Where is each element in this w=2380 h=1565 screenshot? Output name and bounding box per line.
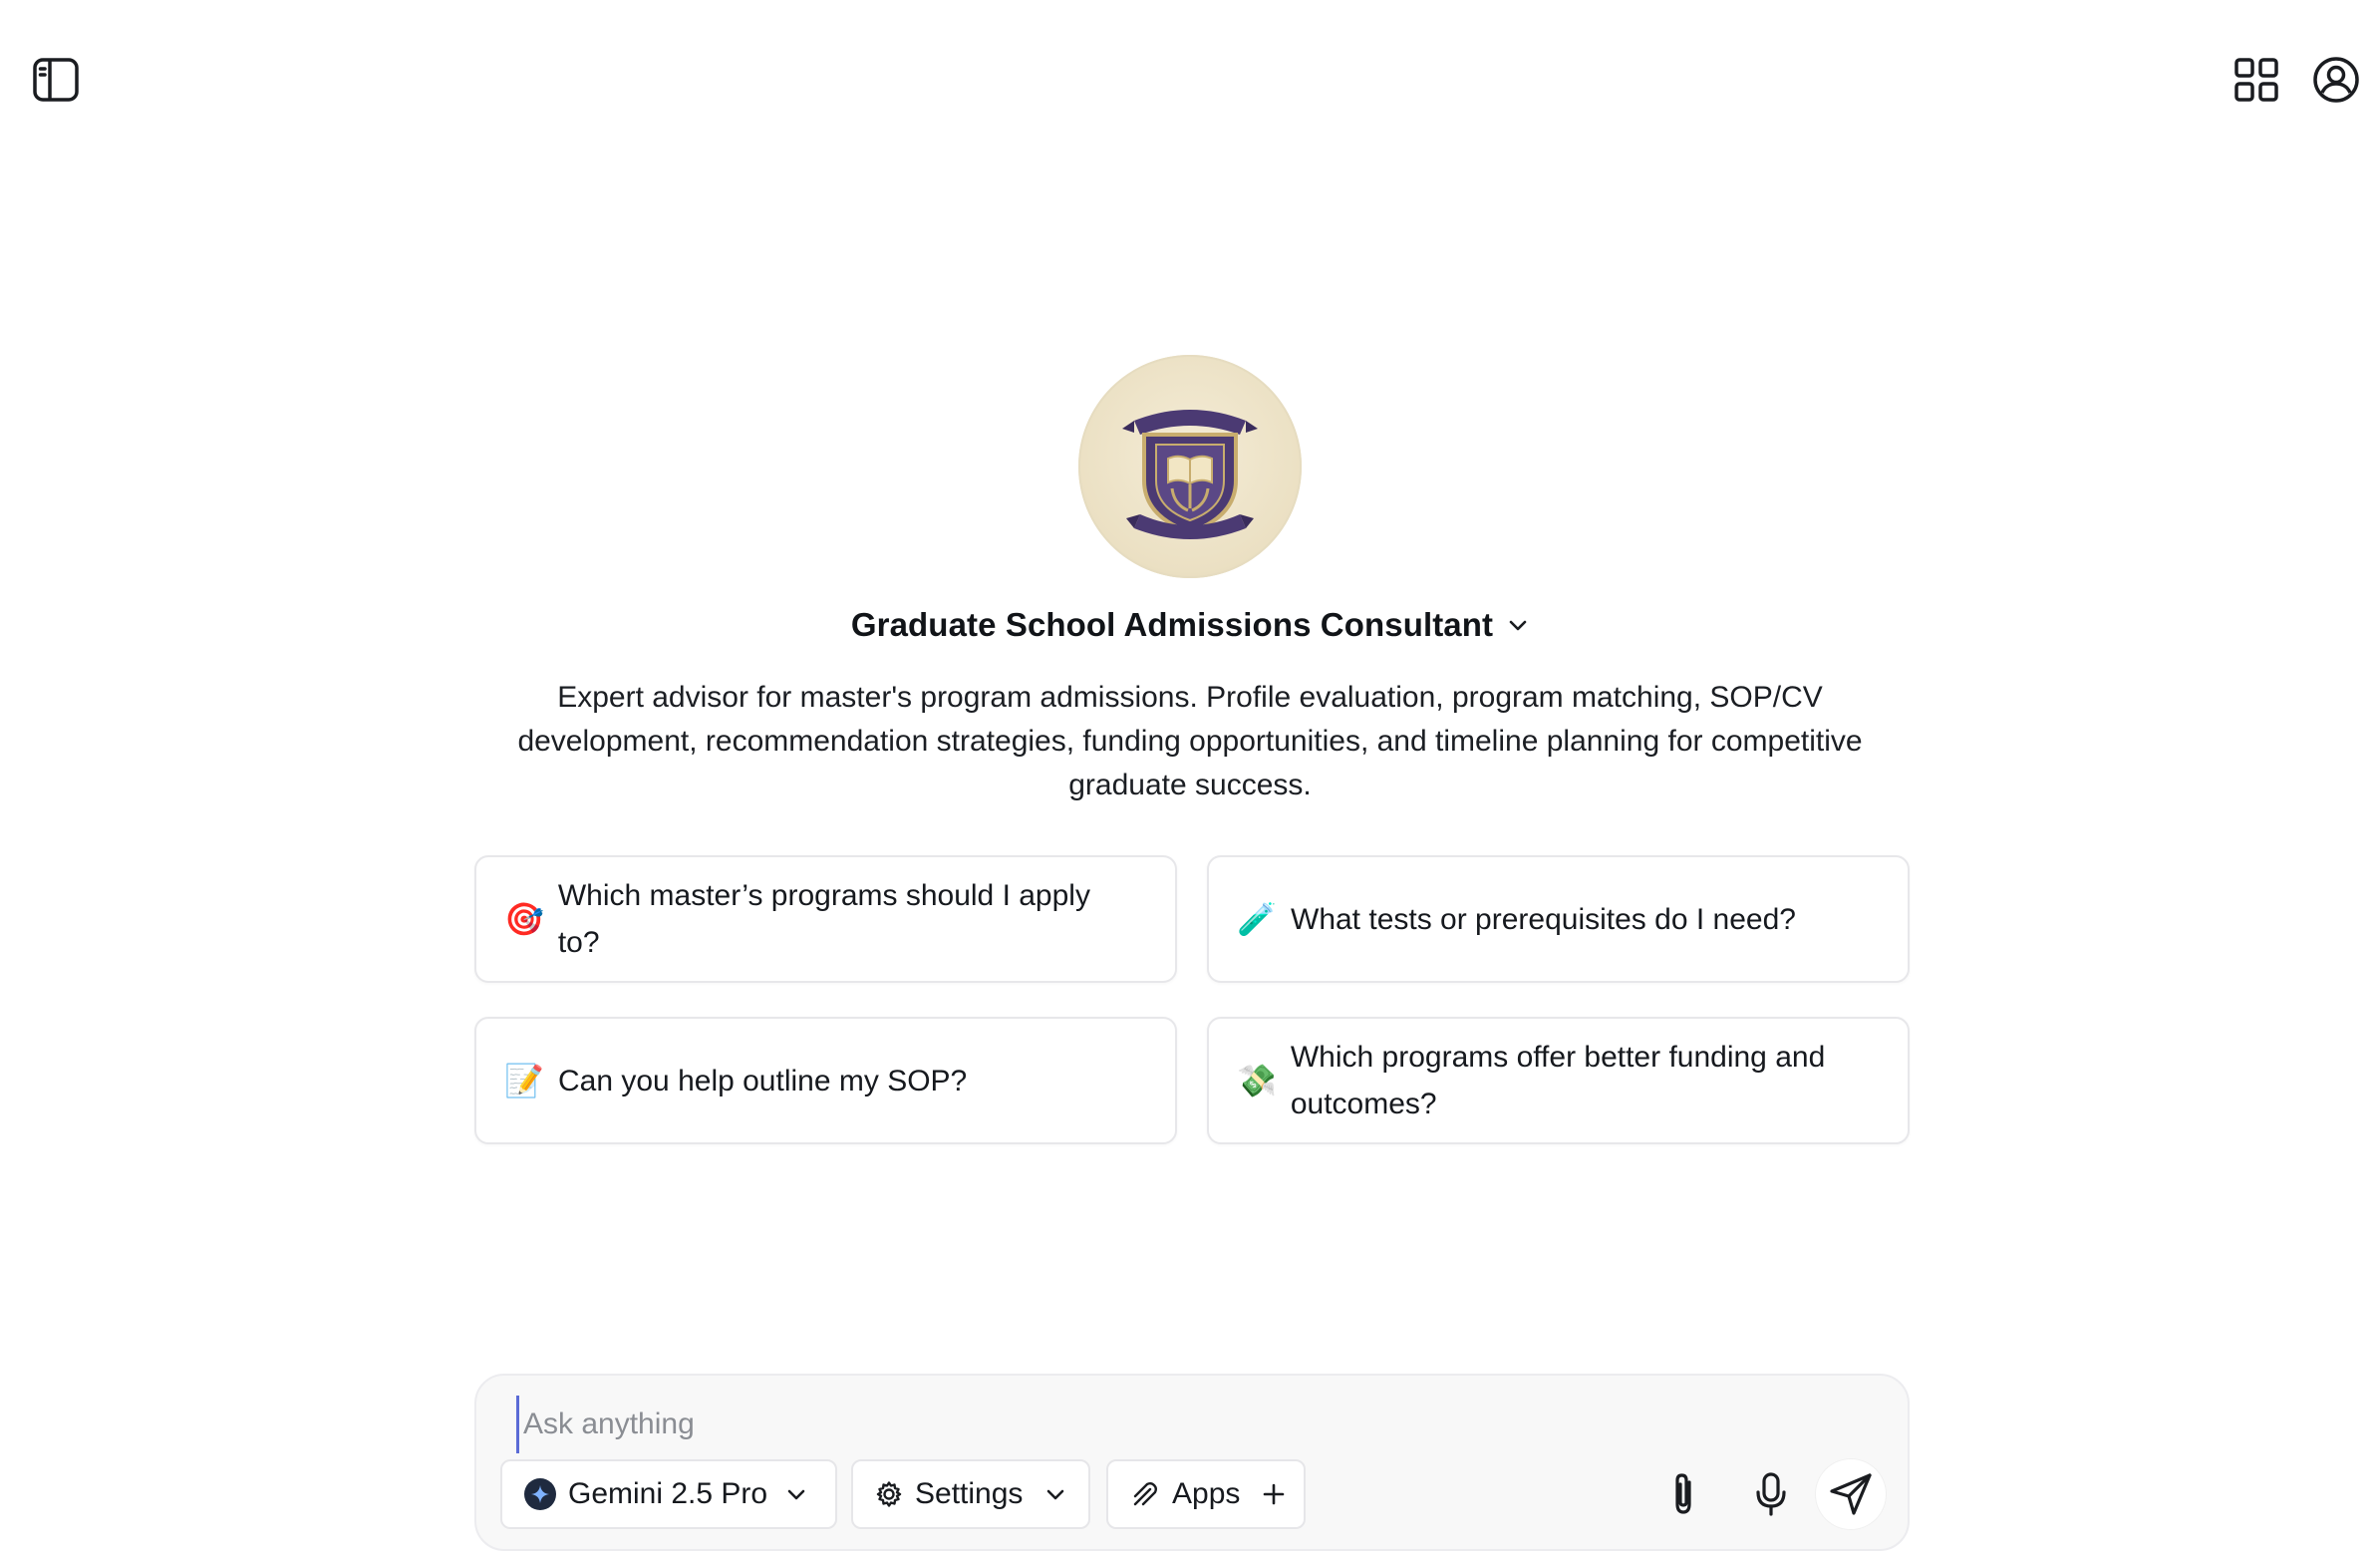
chat-composer: Gemini 2.5 Pro Settings Apps (474, 1374, 1910, 1551)
microphone-icon (1751, 1470, 1791, 1518)
suggestion-grid: 🎯 Which master’s programs should I apply… (474, 855, 1910, 1144)
suggestion-card[interactable]: 💸 Which programs offer better funding an… (1207, 1017, 1910, 1144)
suggestion-card[interactable]: 🎯 Which master’s programs should I apply… (474, 855, 1177, 983)
suggestion-label: What tests or prerequisites do I need? (1291, 902, 1796, 936)
assistant-title: Graduate School Admissions Consultant (850, 606, 1494, 643)
model-selector-button[interactable]: Gemini 2.5 Pro (500, 1459, 837, 1529)
plug-icon (1130, 1479, 1160, 1509)
target-icon: 🎯 (504, 900, 544, 938)
money-wings-icon: 💸 (1237, 1062, 1277, 1099)
attach-button[interactable] (1648, 1459, 1718, 1529)
memo-icon: 📝 (504, 1062, 544, 1099)
suggestion-label: Which master’s programs should I apply t… (557, 879, 1090, 959)
chevron-down-icon (1044, 1483, 1066, 1505)
test-tube-icon: 🧪 (1237, 900, 1277, 938)
suggestion-card[interactable]: 🧪 What tests or prerequisites do I need? (1207, 855, 1910, 983)
apps-grid-icon (2232, 56, 2280, 104)
suggestion-card[interactable]: 📝 Can you help outline my SOP? (474, 1017, 1177, 1144)
assistant-hero: Graduate School Admissions Consultant Ex… (0, 355, 2380, 807)
assistant-description: Expert advisor for master's program admi… (517, 681, 1863, 801)
sidebar-toggle-icon (31, 55, 81, 105)
sidebar-toggle-button[interactable] (24, 48, 88, 112)
suggestion-label: Can you help outline my SOP? (558, 1064, 968, 1097)
graduate-crest-logo (1122, 410, 1258, 539)
paperclip-icon (1663, 1470, 1703, 1518)
send-icon (1828, 1471, 1874, 1517)
send-button[interactable] (1816, 1459, 1886, 1529)
apps-grid-button[interactable] (2225, 48, 2288, 112)
settings-label: Settings (915, 1477, 1024, 1510)
plus-icon (1262, 1482, 1286, 1506)
chevron-down-icon (1507, 614, 1529, 636)
suggestion-label: Which programs offer better funding and … (1290, 1041, 1826, 1120)
chevron-down-icon (785, 1483, 807, 1505)
message-input[interactable] (516, 1396, 1821, 1453)
gemini-sparkle-icon (524, 1478, 556, 1510)
gear-icon (875, 1480, 903, 1508)
microphone-button[interactable] (1736, 1459, 1806, 1529)
assistant-title-dropdown[interactable]: Graduate School Admissions Consultant (851, 606, 1529, 644)
profile-button[interactable] (2304, 48, 2368, 112)
apps-label: Apps (1172, 1477, 1241, 1510)
apps-button[interactable]: Apps (1106, 1459, 1306, 1529)
settings-button[interactable]: Settings (851, 1459, 1090, 1529)
model-label: Gemini 2.5 Pro (568, 1477, 768, 1510)
assistant-avatar (1078, 355, 1302, 578)
user-circle-icon (2311, 55, 2361, 105)
